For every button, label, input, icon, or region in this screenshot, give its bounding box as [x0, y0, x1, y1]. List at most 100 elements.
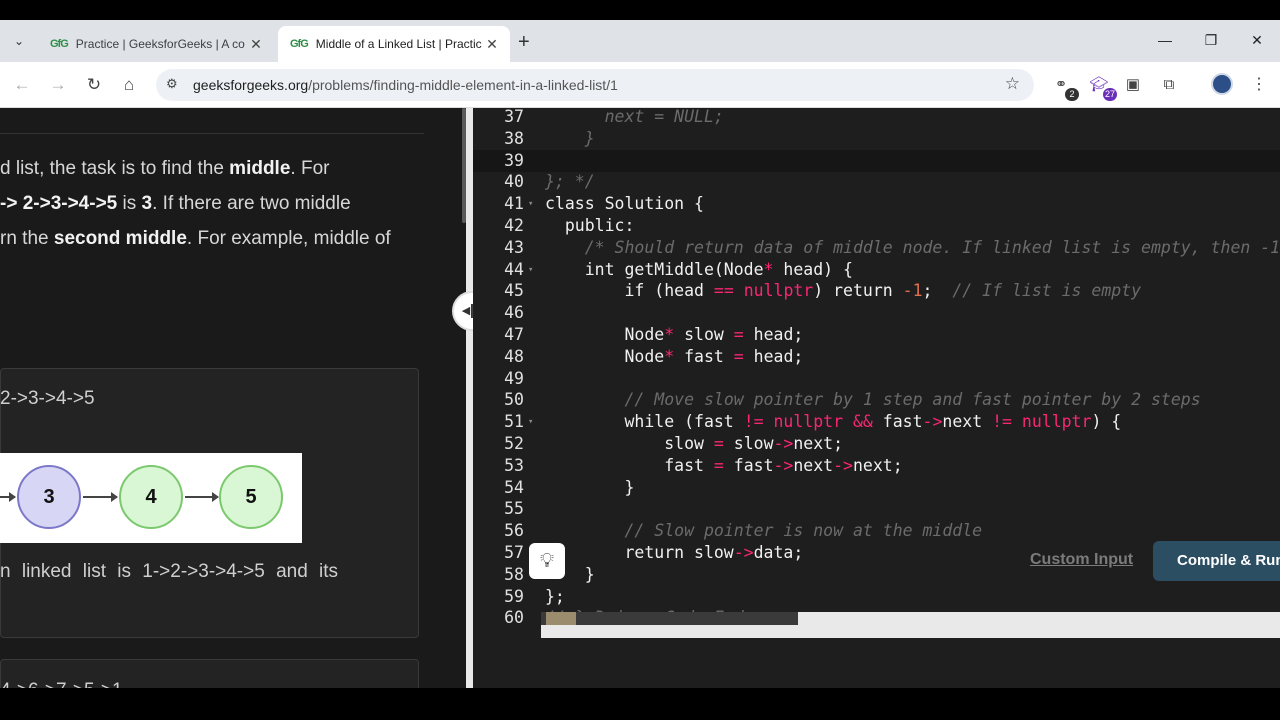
linked-list-diagram: 3 4 5 [0, 453, 302, 543]
home-icon[interactable]: ⌂ [118, 74, 140, 96]
line-number: 49 [504, 368, 524, 388]
address-bar[interactable]: ⚙ geeksforgeeks.org/problems/finding-mid… [156, 69, 1034, 101]
profile-avatar[interactable] [1211, 73, 1233, 95]
picture-in-picture-icon[interactable]: ▣ [1122, 74, 1144, 96]
code-line[interactable]: 59}; [473, 586, 1280, 608]
code-text: next = NULL; [604, 108, 724, 126]
line-number: 59 [504, 586, 524, 606]
problem-description-line: d list, the task is to find the middle. … [0, 158, 329, 180]
bookmark-star-icon[interactable]: ☆ [1005, 74, 1020, 94]
fold-arrow-icon[interactable]: ▾ [528, 411, 533, 433]
node-circle: 3 [17, 465, 81, 529]
fold-arrow-icon[interactable]: ▾ [528, 193, 533, 215]
url-domain: geeksforgeeks.org [193, 77, 309, 93]
code-line[interactable]: 39 [473, 149, 1280, 172]
scroll-left-icon[interactable] [546, 612, 576, 625]
code-line[interactable]: 37 next = NULL; [473, 108, 1280, 128]
bold-text: -> 2->3->4->5 [0, 193, 118, 214]
example-explanation: n linked list is 1->2->3->4->5 and its [0, 561, 339, 582]
url-text[interactable]: geeksforgeeks.org/problems/finding-middl… [193, 77, 618, 93]
line-number: 40 [504, 172, 524, 192]
code-line[interactable]: 50 // Move slow pointer by 1 step and fa… [473, 389, 1280, 411]
example-input: 4->6->7->5->1 [0, 680, 123, 688]
code-line[interactable]: 46 [473, 302, 1280, 324]
code-text: fast = fast->next->next; [545, 455, 903, 475]
close-tab-icon[interactable]: ✕ [248, 36, 264, 53]
text: rn the [0, 228, 54, 249]
minimize-button[interactable]: — [1155, 32, 1175, 48]
code-line[interactable]: 48 Node* fast = head; [473, 346, 1280, 368]
fold-arrow-icon[interactable]: ▾ [528, 259, 533, 281]
pane-splitter[interactable] [466, 108, 473, 688]
arrow [83, 492, 118, 502]
code-line[interactable]: 41 ▾ class Solution { [473, 193, 1280, 215]
code-line[interactable]: 42 public: [473, 215, 1280, 237]
tab-title: Practice | GeeksforGeeks | A co [75, 37, 245, 51]
code-text: }; */ [545, 172, 595, 192]
code-text: Node* slow = head; [545, 325, 804, 344]
tab-search-chevron-icon[interactable]: ⌄ [8, 30, 30, 52]
line-number: 46 [504, 303, 524, 323]
code-text: /* Should return data of middle node. If… [584, 237, 1280, 257]
text: d list, the task is to find the [0, 158, 230, 179]
back-arrow-icon[interactable]: ← [11, 74, 33, 96]
line-number: 54 [504, 477, 524, 497]
code-line[interactable]: 51 ▾ while (fast != nullptr && fast->next… [473, 411, 1280, 433]
close-window-button[interactable]: ✕ [1247, 32, 1267, 49]
puzzle-extensions-icon[interactable]: ⧉ [1158, 74, 1180, 96]
text: . For example, middle of [186, 228, 391, 249]
page-content: d list, the task is to find the middle. … [0, 108, 1280, 688]
custom-input-link[interactable]: Custom Input [1030, 551, 1133, 569]
gfg-logo-icon: GfG [290, 38, 309, 50]
more-menu-icon[interactable]: ⋮ [1251, 74, 1267, 94]
line-number: 41 [504, 194, 524, 214]
code-line[interactable]: 52 slow = slow->next; [473, 433, 1280, 455]
line-number: 39 [504, 150, 524, 170]
line-number: 43 [504, 237, 524, 257]
code-line[interactable]: 44 ▾ int getMiddle(Node* head) { [473, 259, 1280, 281]
bold-text: 3 [141, 193, 153, 214]
scrollbar-thumb[interactable] [541, 612, 798, 625]
code-text: while (fast != nullptr && fast->next != … [545, 412, 1122, 432]
code-line[interactable]: 47 Node* slow = head; [473, 324, 1280, 346]
tab-title: Middle of a Linked List | Practic [315, 37, 482, 51]
code-line[interactable]: 56 // Slow pointer is now at the middle [473, 520, 1280, 542]
site-info-icon[interactable]: ⚙ [166, 76, 178, 92]
code-line[interactable]: 43 /* Should return data of middle node.… [473, 237, 1280, 259]
code-line[interactable]: 38 } [473, 128, 1280, 150]
code-line[interactable]: 49 [473, 368, 1280, 390]
code-text: slow = slow->next; [545, 434, 844, 453]
new-tab-button[interactable]: + [518, 32, 530, 52]
extension-icon[interactable]: ⚭ 2 [1050, 74, 1079, 101]
lightbulb-hint-icon[interactable]: 💡︎ [529, 543, 565, 579]
graduation-cap-icon[interactable]: 🎓︎ 27 [1088, 74, 1117, 101]
close-tab-icon[interactable]: ✕ [484, 36, 500, 53]
code-line[interactable]: 45 if (head == nullptr) return -1; // If… [473, 280, 1280, 302]
text: is [117, 193, 142, 214]
code-text: // Move slow pointer by 1 step and fast … [624, 390, 1201, 410]
compile-run-button[interactable]: Compile & Run [1153, 541, 1280, 581]
editor-action-bar [473, 638, 1280, 688]
code-line[interactable]: 40 }; */ [473, 171, 1280, 193]
code-line[interactable]: 53 fast = fast->next->next; [473, 455, 1280, 477]
code-text: } [584, 128, 595, 148]
tab-middle-linked-list[interactable]: GfG Middle of a Linked List | Practic ✕ [278, 26, 510, 62]
code-line[interactable]: 54 } [473, 477, 1280, 499]
line-number: 48 [504, 346, 524, 366]
forward-arrow-icon[interactable]: → [47, 74, 69, 96]
code-line[interactable]: 55 [473, 498, 1280, 520]
line-number: 58 [504, 564, 524, 584]
code-text: } [545, 477, 635, 497]
line-number: 37 [504, 108, 524, 126]
browser-toolbar: ← → ↻ ⌂ ⚙ geeksforgeeks.org/problems/fin… [0, 62, 1280, 108]
restore-button[interactable]: ❐ [1201, 32, 1221, 49]
tab-practice[interactable]: GfG Practice | GeeksforGeeks | A co ✕ [38, 26, 274, 62]
text: . For [290, 158, 330, 179]
line-number: 53 [504, 455, 524, 475]
code-text: Node* fast = head; [545, 346, 804, 366]
node-circle: 4 [119, 465, 183, 529]
code-text: }; [545, 586, 565, 606]
bold-text: middle [229, 158, 291, 179]
reload-icon[interactable]: ↻ [83, 74, 105, 96]
code-text: public: [545, 216, 635, 235]
